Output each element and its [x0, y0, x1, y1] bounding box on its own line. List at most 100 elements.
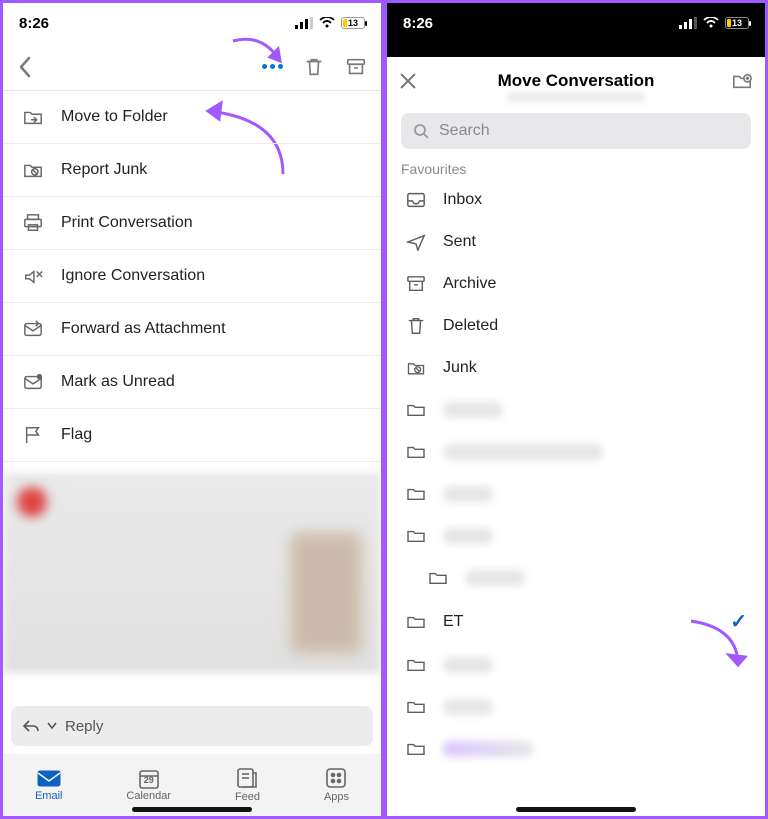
sent-icon [405, 231, 427, 253]
reply-bar[interactable]: Reply [11, 706, 373, 746]
search-placeholder: Search [439, 122, 490, 140]
menu-label: Flag [61, 426, 92, 444]
search-icon [413, 123, 429, 139]
folder-sent[interactable]: Sent [387, 221, 765, 263]
junk-icon [405, 357, 427, 379]
battery-icon: 13 [341, 17, 365, 29]
menu-print[interactable]: Print Conversation [3, 197, 381, 250]
status-icons: 13 [295, 17, 365, 29]
chevron-down-icon[interactable] [47, 722, 57, 730]
left-screenshot: 8:26 13 Move [0, 0, 384, 819]
tab-feed[interactable]: Feed [235, 767, 260, 803]
folder-redacted[interactable] [387, 644, 765, 686]
folder-icon [405, 696, 427, 718]
status-bar: 8:26 13 [387, 3, 765, 43]
tab-label: Apps [324, 791, 349, 803]
archive-icon [405, 273, 427, 295]
menu-label: Ignore Conversation [61, 267, 205, 285]
redacted-label [443, 741, 533, 757]
wifi-icon [319, 17, 335, 29]
report-junk-icon [21, 158, 45, 182]
redacted-label [443, 402, 503, 418]
folder-icon [405, 654, 427, 676]
tab-apps[interactable]: Apps [324, 767, 349, 803]
redacted-label [443, 699, 493, 715]
tab-email[interactable]: Email [35, 768, 63, 802]
folder-list: Inbox Sent Archive Deleted Junk [387, 179, 765, 819]
archive-icon[interactable] [345, 56, 367, 78]
more-options-icon[interactable] [262, 64, 283, 69]
inbox-icon [405, 189, 427, 211]
tab-label: Calendar [126, 790, 171, 802]
wifi-icon [703, 17, 719, 29]
redacted-label [443, 657, 493, 673]
folder-redacted[interactable] [387, 557, 765, 599]
folder-deleted[interactable]: Deleted [387, 305, 765, 347]
cellular-icon [295, 17, 313, 29]
folder-icon [427, 567, 449, 589]
context-menu: Move to Folder Report Junk Print Convers… [3, 91, 381, 514]
status-time: 8:26 [19, 15, 49, 32]
forward-attachment-icon [21, 317, 45, 341]
folder-icon [405, 738, 427, 760]
folder-icon [405, 399, 427, 421]
tab-calendar[interactable]: 29 Calendar [126, 768, 171, 802]
folder-junk[interactable]: Junk [387, 347, 765, 389]
folder-redacted[interactable] [387, 389, 765, 431]
print-icon [21, 211, 45, 235]
message-toolbar [3, 43, 381, 91]
status-bar: 8:26 13 [3, 3, 381, 43]
delete-icon[interactable] [303, 56, 325, 78]
folder-icon [405, 611, 427, 633]
folder-archive[interactable]: Archive [387, 263, 765, 305]
folder-label: Junk [443, 359, 477, 377]
folder-label: Inbox [443, 191, 482, 209]
redacted-label [443, 444, 603, 460]
folder-inbox[interactable]: Inbox [387, 179, 765, 221]
menu-label: Forward as Attachment [61, 320, 226, 338]
menu-label: Report Junk [61, 161, 147, 179]
right-screenshot: 8:26 13 Move Conversation Search Favouri… [384, 0, 768, 819]
menu-mark-unread[interactable]: Mark as Unread [3, 356, 381, 409]
close-icon[interactable] [399, 72, 417, 90]
menu-ignore[interactable]: Ignore Conversation [3, 250, 381, 303]
battery-icon: 13 [725, 17, 749, 29]
folder-icon [405, 441, 427, 463]
folder-label: Sent [443, 233, 476, 251]
menu-report-junk[interactable]: Report Junk [3, 144, 381, 197]
menu-flag[interactable]: Flag [3, 409, 381, 462]
cellular-icon [679, 17, 697, 29]
folder-label: Archive [443, 275, 496, 293]
new-folder-icon[interactable] [731, 71, 753, 91]
folder-redacted[interactable] [387, 515, 765, 557]
back-icon[interactable] [17, 56, 33, 78]
search-input[interactable]: Search [401, 113, 751, 149]
menu-forward-attachment[interactable]: Forward as Attachment [3, 303, 381, 356]
mark-unread-icon [21, 370, 45, 394]
move-folder-icon [21, 105, 45, 129]
menu-label: Print Conversation [61, 214, 193, 232]
redacted-label [465, 570, 525, 586]
folder-label: Deleted [443, 317, 498, 335]
selected-check-icon: ✓ [730, 609, 747, 634]
home-indicator [132, 807, 252, 812]
redacted-label [443, 486, 493, 502]
ignore-icon [21, 264, 45, 288]
folder-redacted[interactable] [387, 728, 765, 770]
folder-icon [405, 483, 427, 505]
sheet-title: Move Conversation [498, 71, 655, 91]
folder-redacted[interactable] [387, 686, 765, 728]
status-time: 8:26 [403, 15, 433, 32]
home-indicator [516, 807, 636, 812]
tab-label: Feed [235, 791, 260, 803]
menu-label: Mark as Unread [61, 373, 175, 391]
redacted-subtitle [506, 91, 646, 103]
blurred-email-content [3, 473, 381, 673]
flag-icon [21, 423, 45, 447]
folder-redacted[interactable] [387, 473, 765, 515]
folder-et[interactable]: ET ✓ [387, 599, 765, 644]
reply-icon [23, 719, 39, 733]
folder-redacted[interactable] [387, 431, 765, 473]
menu-label: Move to Folder [61, 108, 168, 126]
menu-move-to-folder[interactable]: Move to Folder [3, 91, 381, 144]
